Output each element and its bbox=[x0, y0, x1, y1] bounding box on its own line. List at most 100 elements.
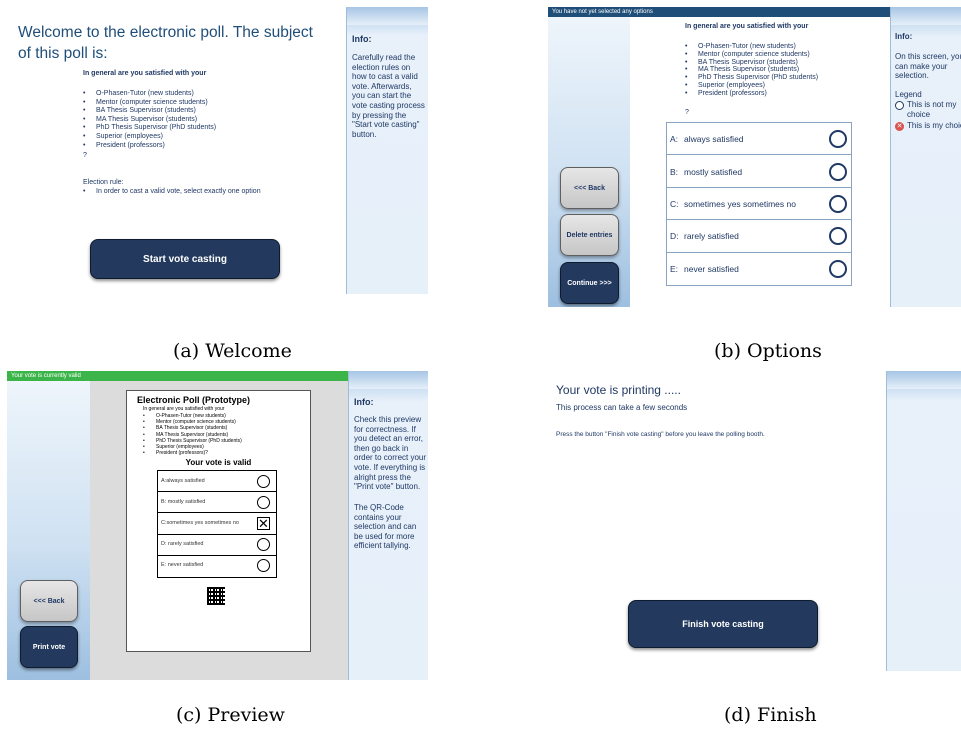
ballot-choice-label: C:sometimes yes sometimes no bbox=[161, 519, 239, 526]
info-text: On this screen, you can make your select… bbox=[895, 52, 961, 81]
role-item: PhD Thesis Supervisor (PhD students) bbox=[685, 74, 818, 82]
choice-letter: A: bbox=[670, 134, 679, 145]
poll-question: In general are you satisfied with your bbox=[685, 23, 809, 30]
choice-list: A: always satisfied B: mostly satisfied C: so… bbox=[666, 122, 852, 286]
role-item: President (professors) bbox=[685, 90, 818, 98]
ballot-choice-label: B: mostly satisfied bbox=[161, 498, 206, 505]
qr-info-text: The QR-Code contains your selection and … bbox=[354, 503, 417, 551]
legend-title: Legend bbox=[895, 90, 922, 99]
role-list: O-Phasen-Tutor (new students)Mentor (com… bbox=[83, 90, 216, 150]
continue-button[interactable]: Continue >>> bbox=[560, 262, 619, 304]
role-item: Mentor (computer science students) bbox=[685, 51, 818, 59]
question-mark: ? bbox=[685, 109, 689, 116]
empty-circle-icon bbox=[895, 101, 904, 110]
back-button[interactable]: <<< Back bbox=[20, 580, 78, 622]
info-panel bbox=[886, 371, 961, 671]
info-text: Check this preview for correctness. If y… bbox=[354, 415, 427, 492]
start-vote-casting-button[interactable]: Start vote casting bbox=[90, 239, 280, 279]
choice-label: sometimes yes sometimes no bbox=[684, 198, 796, 209]
role-item: President (professors)? bbox=[143, 450, 242, 456]
role-item: President (professors) bbox=[83, 142, 216, 151]
radio-circle-icon[interactable] bbox=[829, 194, 847, 213]
ballot-choice: E: never satisfied bbox=[158, 556, 276, 577]
print-vote-button[interactable]: Print vote bbox=[20, 626, 78, 668]
role-item: Superior (employees) bbox=[685, 82, 818, 90]
welcome-heading: Welcome to the electronic poll. The subj… bbox=[18, 24, 313, 62]
role-list: O-Phasen-Tutor (new students)Mentor (com… bbox=[685, 43, 818, 98]
ballot-choice: A:always satisfied bbox=[158, 471, 276, 493]
ballot-choice: D: rarely satisfied bbox=[158, 535, 276, 556]
radio-circle-icon[interactable] bbox=[829, 259, 847, 278]
choice-label: never satisfied bbox=[684, 263, 739, 274]
status-bar: Your vote is currently valid bbox=[7, 371, 348, 381]
finish-screen: Your vote is printing ..... This process… bbox=[548, 371, 961, 680]
role-item: PhD Thesis Supervisor (PhD students) bbox=[83, 124, 216, 133]
printing-subheading: This process can take a few seconds bbox=[556, 403, 688, 412]
ballot-preview: Electronic Poll (Prototype) In general a… bbox=[126, 390, 311, 652]
info-title: Info: bbox=[895, 32, 913, 41]
choice-letter: B: bbox=[670, 166, 679, 177]
role-item: BA Thesis Supervisor (students) bbox=[83, 107, 216, 116]
caption-welcome: (a) Welcome bbox=[173, 340, 292, 362]
ballot-choice: B: mostly satisfied bbox=[158, 492, 276, 514]
empty-circle-icon bbox=[257, 538, 270, 552]
crossed-circle-icon: ✕ bbox=[895, 122, 904, 131]
caption-finish: (d) Finish bbox=[724, 704, 817, 726]
ballot-choice-label: E: never satisfied bbox=[161, 562, 204, 569]
finish-vote-casting-button[interactable]: Finish vote casting bbox=[628, 600, 818, 648]
valid-text: Your vote is valid bbox=[185, 458, 252, 467]
options-screen: You have not yet selected any options <<… bbox=[548, 7, 961, 307]
role-item: MA Thesis Supervisor (students) bbox=[685, 66, 818, 74]
caption-preview: (c) Preview bbox=[176, 704, 285, 726]
legend-my-choice: This is my choice bbox=[907, 121, 961, 130]
choice-letter: C: bbox=[670, 198, 679, 209]
choice-letter: E: bbox=[670, 263, 679, 274]
election-rule-item: In order to cast a valid vote, select ex… bbox=[83, 188, 261, 195]
ballot-role-list: O-Phasen-Tutor (new students)Mentor (com… bbox=[143, 413, 242, 457]
delete-entries-button[interactable]: Delete entries bbox=[560, 214, 619, 256]
info-text: Carefully read the election rules on how… bbox=[352, 53, 425, 139]
ballot-choice-label: A:always satisfied bbox=[161, 477, 205, 484]
radio-circle-icon[interactable] bbox=[829, 130, 847, 149]
info-title: Info: bbox=[352, 34, 372, 44]
choice-option[interactable]: C: sometimes yes sometimes no bbox=[667, 188, 851, 221]
election-rule-list: In order to cast a valid vote, select ex… bbox=[83, 188, 261, 195]
info-panel: Info: Check this preview for correctness… bbox=[348, 371, 428, 680]
role-item: Mentor (computer science students) bbox=[83, 99, 216, 108]
info-panel: Info: On this screen, you can make your … bbox=[890, 7, 961, 307]
choice-label: rarely satisfied bbox=[684, 231, 739, 242]
printing-heading: Your vote is printing ..... bbox=[556, 383, 681, 397]
back-button[interactable]: <<< Back bbox=[560, 167, 619, 209]
info-panel: Info: Carefully read the election rules … bbox=[346, 7, 428, 294]
choice-label: mostly satisfied bbox=[684, 166, 743, 177]
ballot-choice-label: D: rarely satisfied bbox=[161, 541, 204, 548]
choice-label: always satisfied bbox=[684, 134, 744, 145]
radio-circle-icon[interactable] bbox=[829, 162, 847, 181]
finish-instruction: Press the button "Finish vote casting" b… bbox=[556, 431, 765, 438]
legend-not-choice: This is not my choice bbox=[907, 100, 957, 119]
poll-question: In general are you satisfied with your bbox=[83, 70, 207, 77]
ballot-choice: C:sometimes yes sometimes no ✕ bbox=[158, 513, 276, 535]
choice-option[interactable]: D: rarely satisfied bbox=[667, 220, 851, 253]
qr-code-icon bbox=[207, 587, 225, 605]
choice-letter: D: bbox=[670, 231, 679, 242]
choice-option[interactable]: B: mostly satisfied bbox=[667, 155, 851, 188]
empty-circle-icon bbox=[257, 559, 270, 573]
question-mark: ? bbox=[83, 152, 87, 159]
role-item: BA Thesis Supervisor (students) bbox=[685, 59, 818, 67]
empty-circle-icon bbox=[257, 474, 270, 488]
preview-screen: Your vote is currently valid <<< Back Pr… bbox=[7, 371, 428, 680]
role-item: MA Thesis Supervisor (students) bbox=[83, 116, 216, 125]
election-rule-title: Election rule: bbox=[83, 179, 124, 186]
status-bar: You have not yet selected any options bbox=[548, 7, 890, 17]
ballot-choice-list: A:always satisfied B: mostly satisfied C:s… bbox=[157, 470, 277, 578]
ballot-title: Electronic Poll (Prototype) bbox=[137, 395, 251, 405]
choice-option[interactable]: A: always satisfied bbox=[667, 123, 851, 156]
role-item: O-Phasen-Tutor (new students) bbox=[83, 90, 216, 99]
ballot-question: In general are you satisfied with your bbox=[143, 406, 225, 412]
welcome-screen: Welcome to the electronic poll. The subj… bbox=[0, 0, 428, 300]
empty-circle-icon bbox=[257, 495, 270, 509]
radio-circle-icon[interactable] bbox=[829, 227, 847, 246]
choice-option[interactable]: E: never satisfied bbox=[667, 253, 851, 285]
role-item: Superior (employees) bbox=[83, 133, 216, 142]
